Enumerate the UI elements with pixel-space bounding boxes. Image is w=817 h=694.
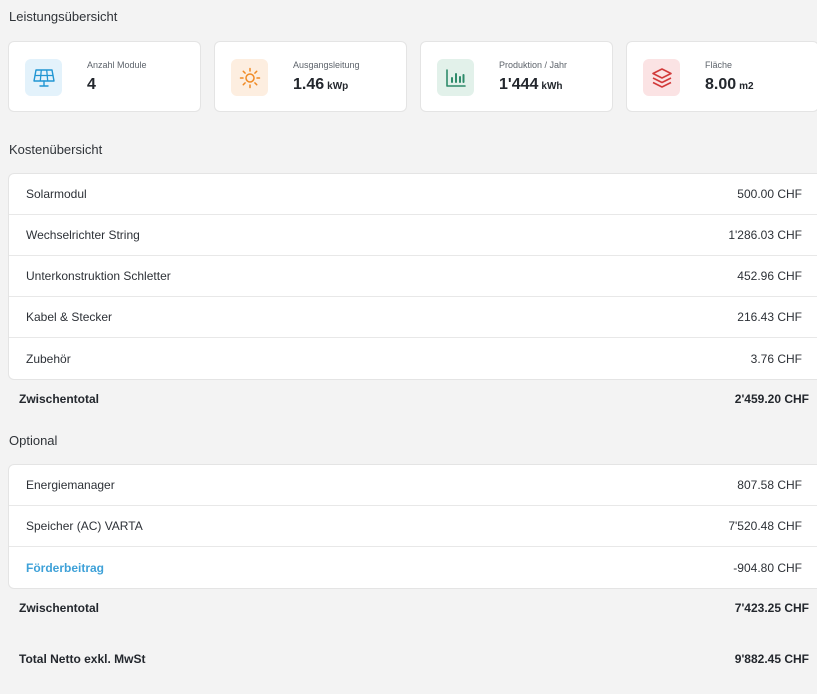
table-row: Kabel & Stecker 216.43 CHF: [9, 297, 817, 338]
total-amount: 9'882.45 CHF: [734, 652, 809, 666]
card-value: 8.00 m2: [705, 76, 754, 93]
subtotal-label: Zwischentotal: [19, 392, 100, 406]
costs-subtotal: Zwischentotal 2'459.20 CHF: [19, 389, 809, 409]
costs-table: Solarmodul 500.00 CHF Wechselrichter Str…: [8, 173, 817, 380]
table-row: Wechselrichter String 1'286.03 CHF: [9, 215, 817, 256]
item-amount: 807.58 CHF: [737, 478, 802, 492]
card-value: 4: [87, 76, 96, 93]
table-row: Unterkonstruktion Schletter 452.96 CHF: [9, 256, 817, 297]
subtotal-label: Zwischentotal: [19, 601, 100, 615]
grand-total: Total Netto exkl. MwSt 9'882.45 CHF: [19, 649, 809, 669]
optional-subtotal: Zwischentotal 7'423.25 CHF: [19, 598, 809, 618]
card-label: Fläche: [705, 60, 733, 70]
card-output-power: Ausgangsleitung 1.46 kWp: [214, 41, 407, 112]
item-amount: 216.43 CHF: [737, 310, 802, 324]
optional-section-title: Optional: [9, 433, 58, 448]
item-name: Speicher (AC) VARTA: [26, 519, 143, 533]
card-annual-production: Produktion / Jahr 1'444 kWh: [420, 41, 613, 112]
item-name: Unterkonstruktion Schletter: [26, 269, 171, 283]
card-module-count: Anzahl Module 4: [8, 41, 201, 112]
item-name: Solarmodul: [26, 187, 87, 201]
subtotal-amount: 2'459.20 CHF: [734, 392, 809, 406]
table-row: Solarmodul 500.00 CHF: [9, 174, 817, 215]
table-row: Speicher (AC) VARTA 7'520.48 CHF: [9, 506, 817, 547]
table-row: Förderbeitrag -904.80 CHF: [9, 547, 817, 588]
performance-cards: Anzahl Module 4 Ausgangsleitung 1.46 kWp …: [8, 41, 817, 112]
card-area: Fläche 8.00 m2: [626, 41, 817, 112]
bar-chart-icon: [437, 59, 474, 96]
total-label: Total Netto exkl. MwSt: [19, 652, 146, 666]
optional-table: Energiemanager 807.58 CHF Speicher (AC) …: [8, 464, 817, 589]
card-label: Produktion / Jahr: [499, 60, 568, 70]
table-row: Energiemanager 807.58 CHF: [9, 465, 817, 506]
card-label: Ausgangsleitung: [293, 60, 360, 70]
item-name: Wechselrichter String: [26, 228, 140, 242]
solar-panel-icon: [25, 59, 62, 96]
item-name: Kabel & Stecker: [26, 310, 113, 324]
layers-icon: [643, 59, 680, 96]
card-label: Anzahl Module: [87, 60, 147, 70]
item-amount: 3.76 CHF: [750, 351, 802, 366]
costs-section-title: Kostenübersicht: [9, 142, 103, 157]
item-amount: 7'520.48 CHF: [728, 519, 802, 533]
card-value: 1'444 kWh: [499, 76, 563, 93]
subtotal-amount: 7'423.25 CHF: [734, 601, 809, 615]
subsidy-link[interactable]: Förderbeitrag: [26, 561, 104, 575]
item-amount: -904.80 CHF: [733, 560, 802, 575]
table-row: Zubehör 3.76 CHF: [9, 338, 817, 379]
item-amount: 500.00 CHF: [737, 187, 802, 201]
item-amount: 1'286.03 CHF: [728, 228, 802, 242]
item-name: Zubehör: [26, 351, 71, 366]
card-value: 1.46 kWp: [293, 76, 349, 93]
item-amount: 452.96 CHF: [737, 269, 802, 283]
performance-section-title: Leistungsübersicht: [9, 9, 118, 24]
sun-icon: [231, 59, 268, 96]
item-name: Energiemanager: [26, 478, 115, 492]
